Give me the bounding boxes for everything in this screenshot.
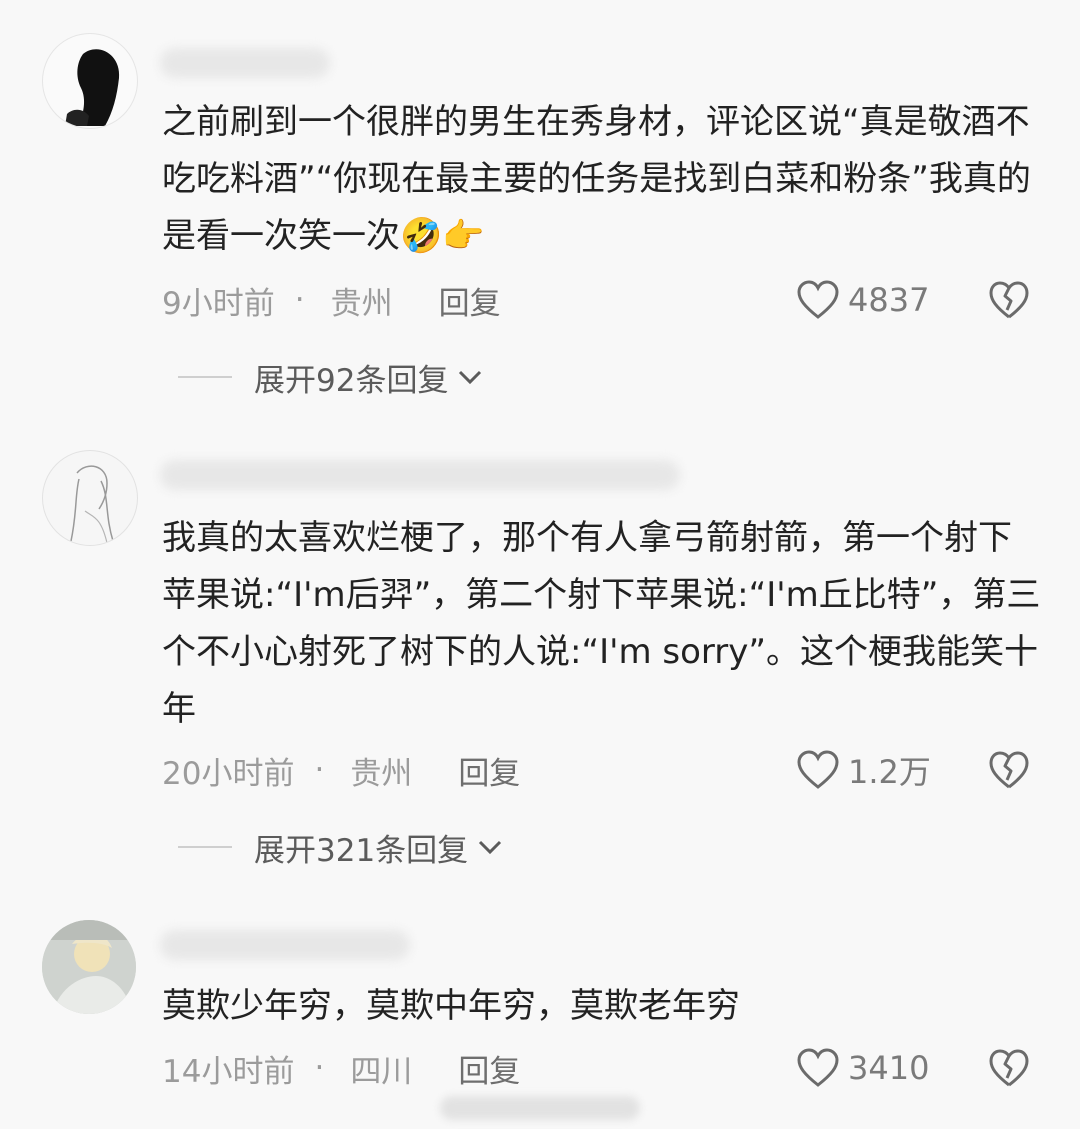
like-count: 1.2万 xyxy=(848,753,931,791)
avatar[interactable] xyxy=(42,920,136,1014)
like-count: 3410 xyxy=(848,1049,930,1087)
expand-replies-button[interactable]: 展开92条回复 xyxy=(178,357,484,399)
comment-time: 14小时前 xyxy=(162,1053,295,1090)
meta-separator: · xyxy=(314,1050,325,1086)
avatar-image xyxy=(65,49,120,126)
expand-replies-label: 展开92条回复 xyxy=(254,362,449,399)
comment-time: 9小时前 xyxy=(162,285,275,322)
heart-outline-icon xyxy=(797,280,839,319)
expand-replies-button[interactable]: 展开321条回复 xyxy=(178,827,504,869)
laughing-pointing-emoji: 🤣👉 xyxy=(400,216,485,256)
expand-divider xyxy=(178,376,232,378)
comment-text: 我真的太喜欢烂梗了，那个有人拿弓箭射箭，第一个射下苹果说:“I'm后羿”，第二个… xyxy=(162,518,1041,729)
reply-button[interactable]: 回复 xyxy=(458,1046,520,1091)
like-button[interactable]: 3410 xyxy=(796,1046,929,1090)
expand-divider xyxy=(178,846,232,848)
username-redacted xyxy=(160,48,330,78)
chevron-down-icon xyxy=(479,840,502,855)
meta-separator: · xyxy=(294,282,305,318)
comment-meta: 9小时前 · 贵州 回复 xyxy=(162,278,501,323)
comment-text: 之前刷到一个很胖的男生在秀身材，评论区说“真是敬酒不吃吃料酒”“你现在最主要的任… xyxy=(162,102,1031,256)
avatar[interactable] xyxy=(42,33,138,129)
username-redacted xyxy=(160,930,410,960)
comment-time: 20小时前 xyxy=(162,755,295,792)
heart-outline-icon xyxy=(797,1048,839,1087)
avatar-image xyxy=(70,465,114,544)
comment-location: 四川 xyxy=(350,1053,413,1090)
broken-heart-icon[interactable] xyxy=(988,280,1030,320)
reply-button[interactable]: 回复 xyxy=(458,748,520,793)
meta-separator: · xyxy=(314,752,325,788)
like-count: 4837 xyxy=(848,281,930,319)
comment-text: 莫欺少年穷，莫欺中年穷，莫欺老年穷 xyxy=(162,986,740,1026)
broken-heart-icon[interactable] xyxy=(988,750,1030,790)
chevron-down-icon xyxy=(459,370,482,385)
heart-outline-icon xyxy=(797,750,839,789)
username-redacted xyxy=(160,460,680,490)
expand-replies-label: 展开321条回复 xyxy=(254,832,469,869)
watermark-redacted xyxy=(440,1096,640,1120)
avatar[interactable] xyxy=(42,450,138,546)
like-button[interactable]: 1.2万 xyxy=(796,748,931,792)
broken-heart-icon[interactable] xyxy=(988,1048,1030,1088)
comment-location: 贵州 xyxy=(330,285,393,322)
comment-meta: 20小时前 · 贵州 回复 xyxy=(162,748,520,793)
reply-button[interactable]: 回复 xyxy=(439,278,501,323)
comment-location: 贵州 xyxy=(350,755,413,792)
comment-meta: 14小时前 · 四川 回复 xyxy=(162,1046,520,1091)
like-button[interactable]: 4837 xyxy=(796,278,929,322)
avatar-image xyxy=(42,920,136,1014)
